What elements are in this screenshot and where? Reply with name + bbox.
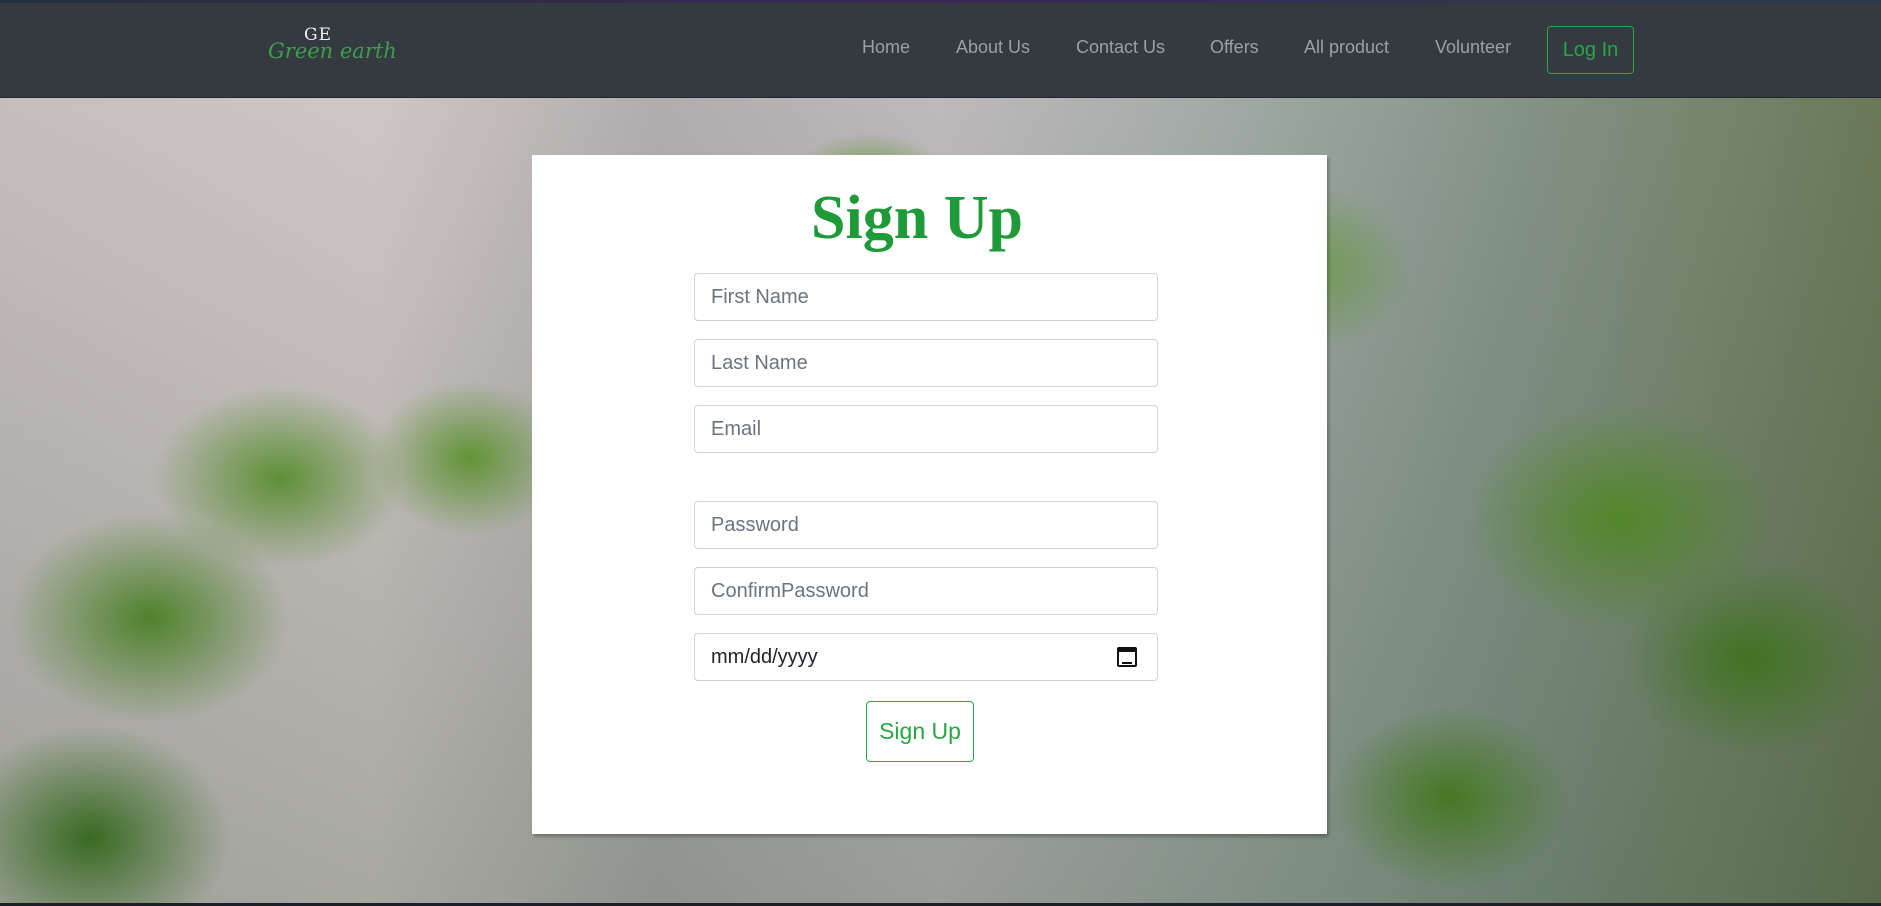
nav-link-about-us[interactable]: About Us [956,37,1030,58]
nav-link-home[interactable]: Home [862,37,910,58]
nav-link-volunteer[interactable]: Volunteer [1435,37,1511,58]
login-button[interactable]: Log In [1547,26,1634,74]
password-field[interactable] [694,501,1158,549]
date-input-text[interactable]: mm/dd/yyyy [711,646,1117,669]
signup-title: Sign Up [811,184,1023,252]
last-name-input[interactable] [711,340,1157,386]
email-field[interactable] [694,405,1158,453]
confirm-password-field[interactable] [694,567,1158,615]
first-name-input[interactable] [711,274,1157,320]
confirm-password-input[interactable] [711,568,1157,614]
signup-button[interactable]: Sign Up [866,701,974,762]
email-input[interactable] [711,406,1157,452]
nav-link-contact-us[interactable]: Contact Us [1076,37,1165,58]
last-name-field[interactable] [694,339,1158,387]
password-input[interactable] [711,502,1157,548]
nav-link-all-product[interactable]: All product [1304,37,1389,58]
birthdate-field[interactable]: mm/dd/yyyy [694,633,1158,681]
calendar-icon[interactable] [1117,647,1137,667]
nav-link-offers[interactable]: Offers [1210,37,1259,58]
navbar: GE Green earth Home About Us Contact Us … [0,3,1881,98]
signup-card: Sign Up mm/dd/yyyy Sign Up [532,155,1327,834]
first-name-field[interactable] [694,273,1158,321]
